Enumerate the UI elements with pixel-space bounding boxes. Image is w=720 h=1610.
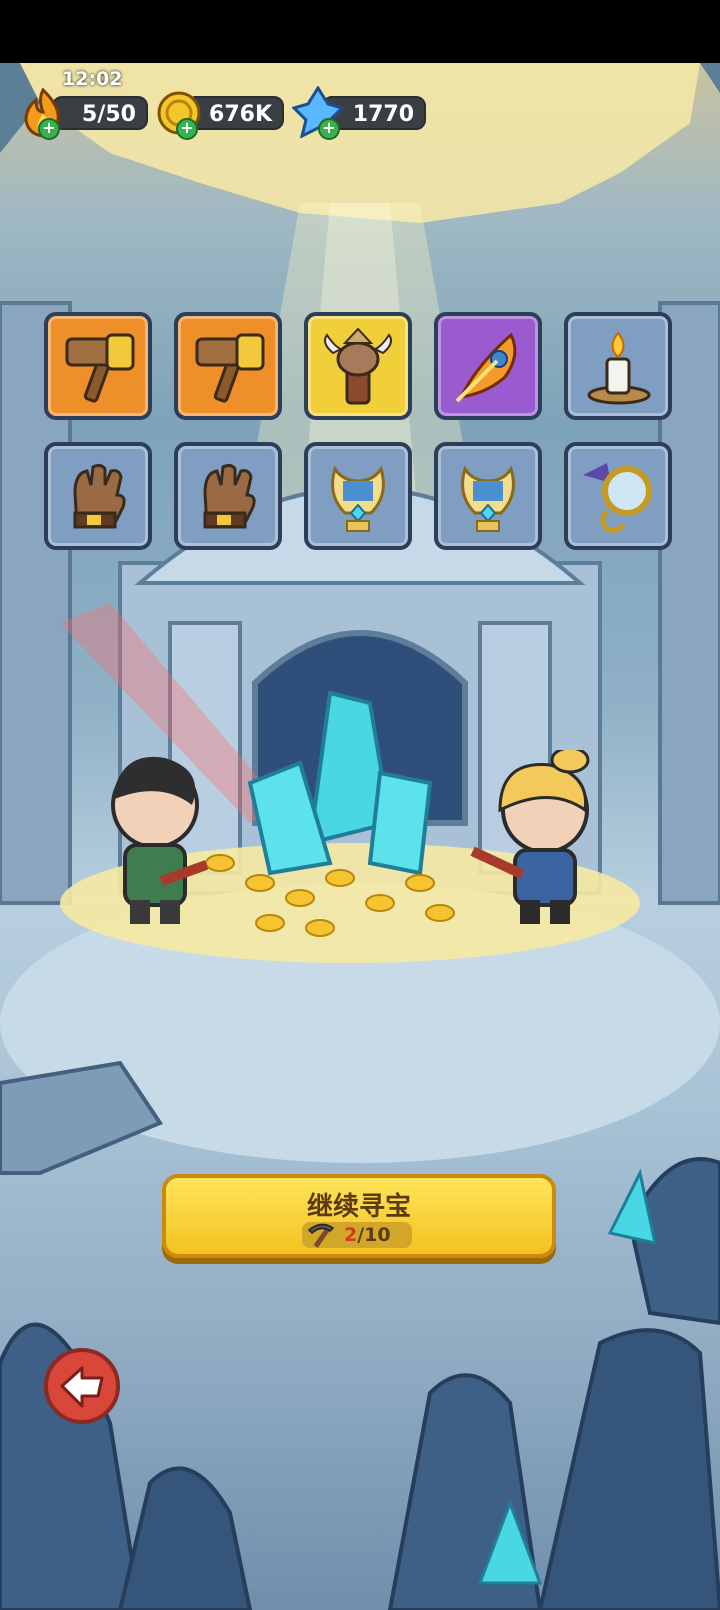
loot-slot-lyre-1[interactable]: [304, 442, 412, 550]
pickaxe-total: /10: [357, 1224, 391, 1246]
phoenix-feather-icon: [455, 332, 517, 403]
loot-slot-hammer-1[interactable]: [44, 312, 152, 420]
continue-button-label: 继续寻宝: [306, 1192, 411, 1222]
back-arrow-icon: [60, 1366, 104, 1408]
miner-character-right: [470, 750, 590, 924]
loot-slot-magnifying-glass[interactable]: [564, 442, 672, 550]
loot-slot-glove-2[interactable]: [174, 442, 282, 550]
golden-lyre-icon: [331, 465, 385, 532]
pickaxe-count: 2/10: [344, 1222, 391, 1248]
game-scene: 12:02 5/50 + 676K + 1770 + 继续寻宝 2/10: [0, 0, 720, 1610]
loot-slot-hammer-2[interactable]: [174, 312, 282, 420]
back-button[interactable]: [44, 1348, 120, 1424]
pickaxe-current: 2: [344, 1224, 358, 1246]
pickaxe-icon: [307, 1223, 335, 1248]
hammer-icon: [65, 333, 135, 403]
add-gold-icon[interactable]: +: [176, 118, 198, 140]
magnifying-glass-icon: [583, 463, 652, 533]
candle-icon: [587, 331, 651, 405]
miner-character-left: [111, 756, 209, 924]
loot-slot-lyre-2[interactable]: [434, 442, 542, 550]
hammer-icon: [195, 333, 265, 403]
status-time: 12:02: [62, 68, 123, 90]
add-gems-icon[interactable]: +: [318, 118, 340, 140]
bull-totem-icon: [324, 327, 392, 405]
pickaxe-progress: 2/10: [302, 1222, 412, 1248]
loot-slot-glove-1[interactable]: [44, 442, 152, 550]
leather-glove-icon: [73, 463, 126, 529]
loot-slot-phoenix-feather[interactable]: [434, 312, 542, 420]
loot-slot-candle[interactable]: [564, 312, 672, 420]
energy-value: 5/50: [52, 96, 148, 130]
golden-lyre-icon: [461, 465, 515, 532]
leather-glove-icon: [203, 463, 256, 529]
add-energy-icon[interactable]: +: [38, 118, 60, 140]
loot-slot-bull-totem[interactable]: [304, 312, 412, 420]
continue-treasure-hunt-button[interactable]: 继续寻宝 2/10: [162, 1174, 556, 1258]
